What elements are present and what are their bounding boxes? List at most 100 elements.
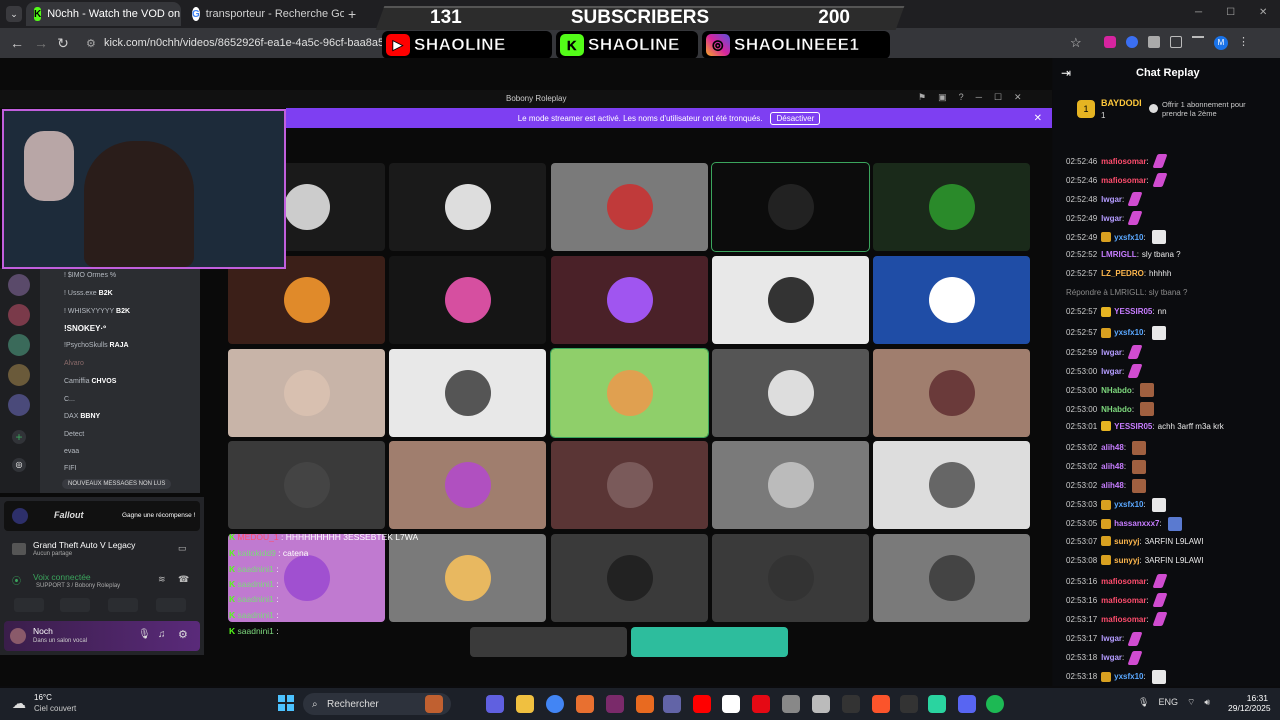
settings-gear-icon[interactable]: ⚙ — [178, 628, 188, 641]
chat-message[interactable]: 02:53:02 alih48: — [1066, 459, 1147, 474]
participant-tile[interactable] — [873, 256, 1030, 344]
new-tab-button[interactable]: + — [348, 6, 356, 22]
taskbar-app-icon[interactable] — [516, 695, 534, 713]
taskbar-app-icon[interactable] — [958, 695, 976, 713]
chat-username[interactable]: NHabdo — [1101, 405, 1132, 414]
chat-message[interactable]: 02:52:49 lwgar: — [1066, 211, 1143, 226]
participant-tile[interactable] — [550, 348, 709, 438]
chat-username[interactable]: alih48 — [1101, 443, 1124, 452]
new-messages-pill[interactable]: NOUVEAUX MESSAGES NON LUS — [62, 479, 172, 489]
discover-icon[interactable]: ◎ — [12, 458, 26, 472]
chat-message[interactable]: 02:52:48 lwgar: — [1066, 192, 1143, 207]
extension-doc-icon[interactable] — [1148, 36, 1160, 48]
chat-username[interactable]: LZ_PEDRO — [1101, 269, 1144, 278]
participant-tile[interactable] — [551, 256, 708, 344]
taskbar-app-icon[interactable] — [576, 695, 594, 713]
member-item[interactable]: !SNOKEY·º — [64, 324, 106, 333]
participant-tile[interactable] — [228, 256, 385, 344]
tab-kick-vod[interactable]: K N0chh - Watch the VOD on✕ — [26, 2, 181, 26]
chat-username[interactable]: mafiosomar — [1101, 615, 1146, 624]
chat-username[interactable]: sunyyj — [1114, 537, 1139, 546]
taskbar-app-icon[interactable] — [663, 695, 681, 713]
chat-username[interactable]: lwgar — [1101, 653, 1122, 662]
extension-globe-icon[interactable] — [1126, 36, 1138, 48]
member-item[interactable]: ! WHISKYYYYY B2K — [64, 308, 130, 315]
discord-window-controls[interactable]: ⚑▣?─☐✕ — [918, 92, 1034, 103]
disconnect-icon[interactable]: ☎ — [178, 574, 189, 585]
chat-username[interactable]: yxsfx10 — [1114, 672, 1143, 681]
chat-message[interactable]: 02:53:08 sunyyj:3ARFIN L9LAWI — [1066, 555, 1204, 566]
participant-tile[interactable] — [631, 627, 788, 657]
chat-message[interactable]: 02:52:57 YESSIR05: nn — [1066, 306, 1167, 317]
chat-message[interactable]: 02:52:46 mafiosomar: — [1066, 154, 1168, 168]
tab-list-chevron-icon[interactable]: ⌄ — [6, 6, 22, 22]
chat-message[interactable]: 02:53:05 hassanxxx7: — [1066, 516, 1182, 531]
taskbar-app-icon[interactable] — [782, 695, 800, 713]
chat-message[interactable]: 02:53:17 lwgar: — [1066, 631, 1143, 646]
taskbar-app-icon[interactable] — [928, 695, 946, 713]
chat-username[interactable]: sunyyj — [1114, 556, 1139, 565]
participant-tile[interactable] — [873, 534, 1030, 622]
chat-message[interactable]: 02:52:46 mafiosomar: — [1066, 173, 1168, 188]
participant-tile[interactable] — [711, 162, 870, 252]
reload-icon[interactable]: ↻ — [54, 34, 72, 52]
chat-username[interactable]: alih48 — [1101, 481, 1124, 490]
participant-tile[interactable] — [873, 163, 1030, 251]
chat-username[interactable]: YESSIR05 — [1114, 422, 1152, 431]
participant-tile[interactable] — [551, 441, 708, 529]
chat-message[interactable]: 02:53:16 mafiosomar: — [1066, 574, 1168, 589]
language[interactable]: ENG — [1158, 697, 1178, 708]
chat-message[interactable]: 02:52:49 yxsfx10: — [1066, 230, 1166, 245]
extension-icons[interactable]: M ⋮ — [1104, 36, 1249, 50]
taskbar-app-icon[interactable] — [606, 695, 624, 713]
member-item[interactable]: !PsychoSkulls RAJA — [64, 342, 129, 349]
taskbar-app-icon[interactable] — [900, 695, 918, 713]
taskbar-app-icon[interactable] — [546, 695, 564, 713]
chat-username[interactable]: LMRIGLL — [1101, 250, 1137, 259]
server-icon[interactable] — [8, 364, 30, 386]
chat-message[interactable]: 02:52:57 LZ_PEDRO: hhhhh — [1066, 269, 1171, 278]
chat-message[interactable]: 02:53:00 NHabdo: — [1066, 402, 1155, 417]
site-info-icon[interactable]: ⚙ — [86, 37, 96, 50]
participant-tile[interactable] — [551, 534, 708, 622]
chat-message[interactable]: 02:53:18 lwgar: — [1066, 650, 1143, 665]
volume-icon[interactable]: 🔊︎ — [1204, 697, 1210, 708]
taskbar-app-icon[interactable] — [986, 695, 1004, 713]
participant-tile[interactable] — [551, 163, 708, 251]
chat-message[interactable]: 02:53:03 yxsfx10: — [1066, 497, 1166, 512]
chat-message[interactable]: 02:53:00 lwgar: — [1066, 364, 1143, 379]
extension-shield-icon[interactable] — [1104, 36, 1116, 48]
member-item[interactable]: ! $IMO Ormes % — [64, 272, 116, 279]
taskbar-app-icon[interactable] — [812, 695, 830, 713]
chat-message[interactable]: 02:53:00 NHabdo: — [1066, 383, 1155, 398]
menu-dots-icon[interactable]: ⋮ — [1238, 36, 1249, 50]
chat-username[interactable]: mafiosomar — [1101, 157, 1146, 166]
back-icon[interactable]: ← — [8, 34, 26, 52]
mic-icon[interactable]: 🎙︎ — [1138, 697, 1149, 708]
chat-username[interactable]: yxsfx10 — [1114, 233, 1143, 242]
chat-username[interactable]: lwgar — [1101, 367, 1122, 376]
tab-google-search[interactable]: Gtransporteur - Recherche Goog✕ — [184, 2, 344, 26]
participant-tile[interactable] — [470, 627, 627, 657]
chat-username[interactable]: YESSIR05 — [1114, 307, 1152, 316]
chat-username[interactable]: yxsfx10 — [1114, 328, 1143, 337]
chat-username[interactable]: hassanxxx7 — [1114, 519, 1159, 528]
taskbar-app-icon[interactable] — [842, 695, 860, 713]
add-server-icon[interactable]: + — [12, 430, 26, 444]
close-icon[interactable]: ✕ — [1034, 113, 1042, 124]
chat-username[interactable]: yxsfx10 — [1114, 500, 1143, 509]
chat-message[interactable]: Répondre à LMRIGLL: sly tbana ? — [1066, 288, 1187, 297]
chat-message[interactable]: 02:53:01 YESSIR05: achh 3arff m3a krk — [1066, 421, 1224, 432]
participant-tile[interactable] — [873, 349, 1030, 437]
disable-button[interactable]: Désactiver — [770, 111, 821, 125]
member-item[interactable]: ! Usss.exe B2K — [64, 290, 113, 297]
extensions-puzzle-icon[interactable] — [1170, 36, 1182, 48]
chat-message[interactable]: 02:53:02 alih48: — [1066, 478, 1147, 493]
participant-tile[interactable] — [228, 441, 385, 529]
camera-button[interactable] — [14, 598, 44, 612]
chat-username[interactable]: lwgar — [1101, 195, 1122, 204]
taskbar-app-icon[interactable] — [636, 695, 654, 713]
chat-username[interactable]: lwgar — [1101, 348, 1122, 357]
participant-tile[interactable] — [389, 349, 546, 437]
taskbar-app-icon[interactable] — [693, 695, 711, 713]
